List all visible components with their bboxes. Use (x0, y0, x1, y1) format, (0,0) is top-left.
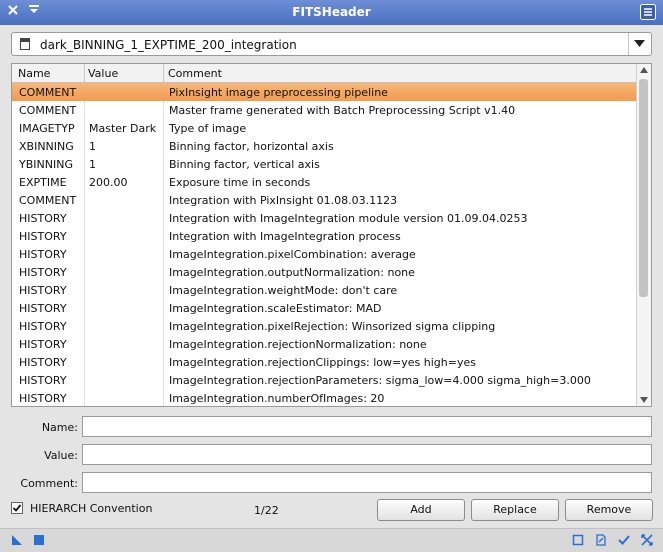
table-header: Name Value Comment (12, 64, 637, 83)
row-name-cell: HISTORY (19, 302, 67, 315)
row-comment-cell: Integration with ImageIntegration proces… (169, 230, 401, 243)
row-name-cell: COMMENT (19, 86, 77, 99)
row-name-cell: HISTORY (19, 338, 67, 351)
row-name-cell: HISTORY (19, 212, 67, 225)
reset-icon[interactable] (641, 534, 653, 546)
table-row[interactable]: HISTORY ImageIntegration.rejectionClippin… (12, 353, 637, 371)
table-row[interactable]: HISTORY Integration with ImageIntegration… (12, 209, 637, 227)
column-header-name[interactable]: Name (18, 67, 50, 80)
status-bar (0, 528, 663, 552)
row-comment-cell: ImageIntegration.outputNormalization: no… (169, 266, 415, 279)
scrollbar-thumb[interactable] (639, 79, 648, 297)
row-comment-cell: Exposure time in seconds (169, 176, 311, 189)
scroll-up-icon[interactable] (640, 67, 648, 73)
name-input[interactable] (82, 416, 652, 437)
title-bar: FITSHeader (0, 0, 663, 25)
checkmark-apply-icon[interactable] (618, 534, 630, 546)
table-body: COMMENT PixInsight image preprocessing pi… (12, 83, 637, 406)
fits-keyword-table[interactable]: Name Value Comment COMMENT PixInsight ima… (11, 63, 652, 407)
table-row[interactable]: HISTORY ImageIntegration.pixelRejection: … (12, 317, 637, 335)
table-row[interactable]: HISTORY Integration with ImageIntegration… (12, 227, 637, 245)
row-name-cell: HISTORY (19, 284, 67, 297)
comment-label: Comment: (20, 477, 78, 490)
remove-button[interactable]: Remove (565, 499, 653, 521)
scroll-down-icon[interactable] (640, 397, 648, 403)
new-instance-icon[interactable] (11, 534, 23, 546)
table-row[interactable]: HISTORY ImageIntegration.pixelCombination… (12, 245, 637, 263)
checkmark-icon (12, 504, 22, 512)
row-value-cell: Master Dark (89, 122, 157, 135)
replace-button[interactable]: Replace (471, 499, 559, 521)
keyword-counter: 1/22 (254, 504, 279, 517)
row-name-cell: HISTORY (19, 356, 67, 369)
table-row[interactable]: HISTORY ImageIntegration.rejectionParamet… (12, 371, 637, 389)
row-value-cell: 1 (89, 140, 96, 153)
menu-icon[interactable] (640, 4, 656, 20)
image-select-value: dark_BINNING_1_EXPTIME_200_integration (40, 38, 297, 52)
window-title: FITSHeader (292, 5, 371, 19)
table-row[interactable]: HISTORY ImageIntegration.weightMode: don'… (12, 281, 637, 299)
row-comment-cell: ImageIntegration.rejectionParameters: si… (169, 374, 591, 387)
table-row[interactable]: COMMENT Integration with PixInsight 01.08… (12, 191, 637, 209)
row-name-cell: COMMENT (19, 104, 77, 117)
row-name-cell: COMMENT (19, 194, 77, 207)
table-row[interactable]: EXPTIME 200.00 Exposure time in seconds (12, 173, 637, 191)
row-comment-cell: Binning factor, horizontal axis (169, 140, 334, 153)
row-name-cell: HISTORY (19, 230, 67, 243)
row-comment-cell: Binning factor, vertical axis (169, 158, 320, 171)
row-name-cell: XBINNING (19, 140, 74, 153)
table-row[interactable]: HISTORY ImageIntegration.numberOfImages: … (12, 389, 637, 406)
table-row[interactable]: COMMENT Master frame generated with Batch… (12, 101, 637, 119)
column-divider (163, 64, 164, 82)
row-comment-cell: Integration with PixInsight 01.08.03.112… (169, 194, 398, 207)
row-name-cell: EXPTIME (19, 176, 67, 189)
comment-input[interactable] (82, 472, 652, 493)
table-row[interactable]: HISTORY ImageIntegration.scaleEstimator: … (12, 299, 637, 317)
column-header-value[interactable]: Value (88, 67, 118, 80)
row-name-cell: IMAGETYP (19, 122, 75, 135)
table-row[interactable]: XBINNING 1 Binning factor, horizontal axis (12, 137, 637, 155)
name-label: Name: (41, 421, 78, 434)
chevron-down-icon[interactable] (628, 33, 651, 55)
column-divider (84, 64, 85, 82)
row-comment-cell: ImageIntegration.rejectionNormalization:… (169, 338, 427, 351)
row-name-cell: HISTORY (19, 248, 67, 261)
row-comment-cell: PixInsight image preprocessing pipeline (169, 86, 388, 99)
table-row[interactable]: HISTORY ImageIntegration.rejectionNormali… (12, 335, 637, 353)
apply-global-icon[interactable] (33, 534, 45, 546)
table-row[interactable]: HISTORY ImageIntegration.outputNormalizat… (12, 263, 637, 281)
column-header-comment[interactable]: Comment (168, 67, 222, 80)
row-comment-cell: ImageIntegration.pixelRejection: Winsori… (169, 320, 496, 333)
table-row[interactable]: IMAGETYP Master Dark Type of image (12, 119, 637, 137)
row-name-cell: HISTORY (19, 392, 67, 405)
image-icon (20, 38, 30, 50)
row-comment-cell: Integration with ImageIntegration module… (169, 212, 528, 225)
table-row[interactable]: COMMENT PixInsight image preprocessing pi… (12, 83, 637, 101)
browse-documentation-icon[interactable] (572, 534, 584, 546)
table-row[interactable]: YBINNING 1 Binning factor, vertical axis (12, 155, 637, 173)
value-input[interactable] (82, 444, 652, 465)
add-button[interactable]: Add (377, 499, 465, 521)
row-comment-cell: ImageIntegration.weightMode: don't care (169, 284, 398, 297)
hierarch-checkbox[interactable] (11, 502, 23, 514)
row-comment-cell: Type of image (169, 122, 247, 135)
row-value-cell: 1 (89, 158, 96, 171)
row-name-cell: HISTORY (19, 266, 67, 279)
image-select[interactable]: dark_BINNING_1_EXPTIME_200_integration (11, 32, 652, 56)
row-comment-cell: ImageIntegration.pixelCombination: avera… (169, 248, 416, 261)
row-value-cell: 200.00 (89, 176, 128, 189)
row-comment-cell: Master frame generated with Batch Prepro… (169, 104, 516, 117)
row-name-cell: HISTORY (19, 374, 67, 387)
row-name-cell: YBINNING (19, 158, 73, 171)
row-comment-cell: ImageIntegration.rejectionClippings: low… (169, 356, 476, 369)
row-name-cell: HISTORY (19, 320, 67, 333)
value-label: Value: (44, 449, 78, 462)
row-comment-cell: ImageIntegration.scaleEstimator: MAD (169, 302, 382, 315)
hierarch-label: HIERARCH Convention (30, 502, 153, 515)
vertical-scrollbar[interactable] (636, 64, 651, 406)
edit-instance-icon[interactable] (595, 534, 607, 546)
row-comment-cell: ImageIntegration.numberOfImages: 20 (169, 392, 385, 405)
